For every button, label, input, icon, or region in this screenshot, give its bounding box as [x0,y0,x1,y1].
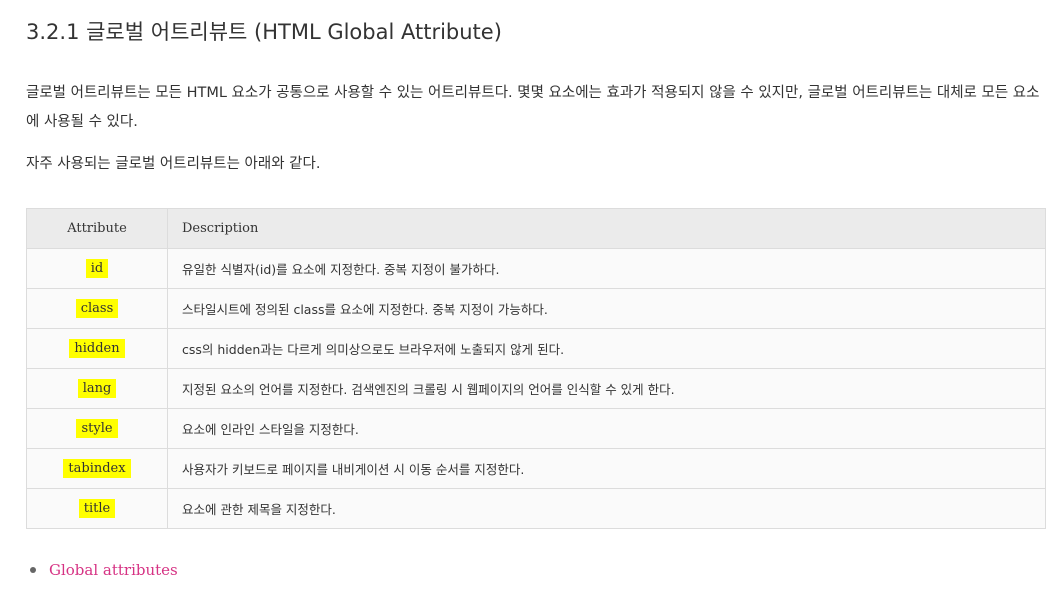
attribute-cell: style [26,408,168,449]
table-row: hidden css의 hidden과는 다르게 의미상으로도 브라우저에 노출… [26,328,1046,369]
description-cell: 요소에 인라인 스타일을 지정한다. [167,408,1046,449]
attribute-cell: hidden [26,328,168,369]
description-cell: 스타일시트에 정의된 class를 요소에 지정한다. 중복 지정이 가능하다. [167,288,1046,329]
section-heading: 3.2.1 글로벌 어트리뷰트 (HTML Global Attribute) [26,20,502,44]
description-cell: 사용자가 키보드로 페이지를 내비게이션 시 이동 순서를 지정한다. [167,448,1046,489]
attribute-cell: class [26,288,168,329]
table-row: tabindex 사용자가 키보드로 페이지를 내비게이션 시 이동 순서를 지… [26,448,1046,489]
intro-paragraph: 글로벌 어트리뷰트는 모든 HTML 요소가 공통으로 사용할 수 있는 어트리… [26,85,1040,130]
column-header-description: Description [167,208,1046,249]
attribute-cell: lang [26,368,168,409]
table-row: title 요소에 관한 제목을 지정한다. [26,488,1046,529]
table-row: class 스타일시트에 정의된 class를 요소에 지정한다. 중복 지정이… [26,288,1046,329]
description-cell: 지정된 요소의 언어를 지정한다. 검색엔진의 크롤링 시 웹페이지의 언어를 … [167,368,1046,409]
attribute-name: id [85,259,109,278]
global-attributes-link[interactable]: Global attributes [49,561,178,579]
table-row: style 요소에 인라인 스타일을 지정한다. [26,408,1046,449]
description-cell: 요소에 관한 제목을 지정한다. [167,488,1046,529]
attribute-name: style [76,419,118,438]
attribute-cell: title [26,488,168,529]
bullet-icon [30,567,36,573]
table-row: lang 지정된 요소의 언어를 지정한다. 검색엔진의 크롤링 시 웹페이지의… [26,368,1046,409]
list-item: Global attributes [30,561,178,579]
reference-list: Global attributes [30,561,178,579]
list-intro-paragraph: 자주 사용되는 글로벌 어트리뷰트는 아래와 같다. [26,156,321,172]
attribute-name: tabindex [63,459,131,478]
attribute-name: hidden [69,339,125,358]
description-cell: css의 hidden과는 다르게 의미상으로도 브라우저에 노출되지 않게 된… [167,328,1046,369]
global-attributes-table: Attribute Description id 유일한 식별자(id)를 요소… [26,208,1046,529]
attribute-cell: id [26,248,168,289]
table-header-row: Attribute Description [26,208,1046,249]
description-cell: 유일한 식별자(id)를 요소에 지정한다. 중복 지정이 불가하다. [167,248,1046,289]
column-header-attribute: Attribute [26,208,168,249]
attribute-name: class [75,299,119,318]
table-row: id 유일한 식별자(id)를 요소에 지정한다. 중복 지정이 불가하다. [26,248,1046,289]
attribute-name: title [78,499,116,518]
attribute-cell: tabindex [26,448,168,489]
attribute-name: lang [77,379,117,398]
